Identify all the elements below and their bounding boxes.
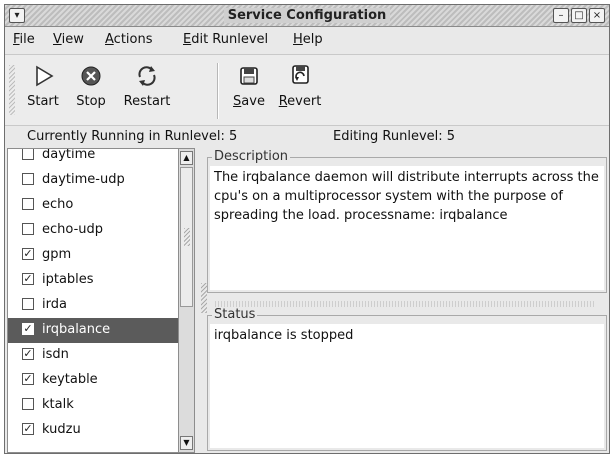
running-runlevel-text: Currently Running in Runlevel: 5: [27, 129, 238, 144]
list-item[interactable]: echo: [8, 193, 178, 218]
service-checkbox[interactable]: ✓: [22, 423, 34, 435]
service-checkbox[interactable]: [22, 198, 34, 210]
service-checkbox[interactable]: [22, 223, 34, 235]
maximize-button[interactable]: □: [571, 8, 587, 23]
service-configuration-window: ▾ Service Configuration – □ × File View …: [4, 4, 610, 454]
toolbar: Start Stop Restart Save Revert: [5, 54, 609, 126]
close-button[interactable]: ×: [589, 8, 605, 23]
service-name: iptables: [42, 272, 94, 287]
scroll-down-arrow-icon[interactable]: ▼: [180, 436, 193, 450]
service-checkbox[interactable]: ✓: [22, 348, 34, 360]
service-list[interactable]: daytime daytime-udp echo echo-udp ✓ gpm …: [7, 148, 179, 453]
start-label: Start: [27, 94, 59, 109]
save-label: Save: [233, 94, 265, 109]
list-item[interactable]: ✓ isdn: [8, 343, 178, 368]
service-name: echo: [42, 197, 74, 212]
toolbar-grip[interactable]: [9, 65, 15, 115]
status-frame: Status irqbalance is stopped: [207, 307, 607, 451]
list-item[interactable]: irda: [8, 293, 178, 318]
service-checkbox[interactable]: [22, 298, 34, 310]
horizontal-split-handle[interactable]: [215, 301, 595, 307]
service-name: echo-udp: [42, 222, 104, 237]
title-bar[interactable]: ▾ Service Configuration – □ ×: [5, 5, 609, 27]
status-text: irqbalance is stopped: [210, 324, 604, 448]
list-item[interactable]: echo-udp: [8, 218, 178, 243]
menu-file[interactable]: File: [13, 32, 35, 47]
service-checkbox[interactable]: [22, 173, 34, 185]
service-checkbox[interactable]: ✓: [22, 323, 34, 335]
status-title: Status: [212, 307, 258, 322]
service-name: ktalk: [42, 397, 74, 412]
service-name: irqbalance: [42, 322, 111, 337]
scroll-up-arrow-icon[interactable]: ▲: [180, 151, 193, 165]
description-title: Description: [212, 149, 291, 164]
window-title: Service Configuration: [223, 8, 391, 23]
service-name: isdn: [42, 347, 69, 362]
toolbar-separator: [217, 63, 219, 119]
play-icon: [23, 61, 63, 91]
service-checkbox[interactable]: ✓: [22, 373, 34, 385]
menu-actions[interactable]: Actions: [105, 32, 153, 47]
service-name: daytime: [42, 148, 96, 162]
menu-edit-runlevel[interactable]: Edit Runlevel: [183, 32, 268, 47]
stop-label: Stop: [76, 94, 106, 109]
list-item[interactable]: ktalk: [8, 393, 178, 418]
scrollbar-thumb[interactable]: [180, 167, 193, 307]
list-item[interactable]: ✓ kudzu: [8, 418, 178, 443]
stop-circle-icon: [71, 61, 111, 91]
restart-button[interactable]: Restart: [119, 61, 175, 109]
service-name: keytable: [42, 372, 98, 387]
stop-button[interactable]: Stop: [71, 61, 111, 109]
list-item[interactable]: ✓ gpm: [8, 243, 178, 268]
service-name: daytime-udp: [42, 172, 125, 187]
revert-label: Revert: [278, 94, 322, 109]
list-item[interactable]: daytime-udp: [8, 168, 178, 193]
service-checkbox[interactable]: [22, 398, 34, 410]
start-button[interactable]: Start: [23, 61, 63, 109]
minimize-button[interactable]: –: [553, 8, 569, 23]
list-item-selected[interactable]: ✓ irqbalance: [8, 318, 178, 343]
service-checkbox[interactable]: [22, 149, 34, 160]
service-checkbox[interactable]: ✓: [22, 273, 34, 285]
menu-help[interactable]: Help: [293, 32, 323, 47]
service-name: gpm: [42, 247, 72, 262]
service-name: irda: [42, 297, 67, 312]
menu-bar: File View Actions Edit Runlevel Help: [5, 28, 609, 52]
description-text: The irqbalance daemon will distribute in…: [210, 166, 604, 290]
list-item[interactable]: daytime: [8, 148, 178, 168]
restart-icon: [119, 61, 175, 91]
restart-label: Restart: [123, 94, 171, 109]
save-button[interactable]: Save: [229, 61, 269, 109]
save-icon: [229, 61, 269, 91]
list-item[interactable]: ✓ keytable: [8, 368, 178, 393]
list-item[interactable]: ✓ iptables: [8, 268, 178, 293]
revert-icon: [275, 61, 325, 91]
editing-runlevel-text: Editing Runlevel: 5: [333, 129, 456, 144]
revert-button[interactable]: Revert: [275, 61, 325, 109]
service-checkbox[interactable]: ✓: [22, 248, 34, 260]
description-frame: Description The irqbalance daemon will d…: [207, 149, 607, 293]
menu-view[interactable]: View: [53, 32, 84, 47]
service-name: kudzu: [42, 422, 81, 437]
service-list-scrollbar[interactable]: ▲ ▼: [179, 148, 195, 453]
